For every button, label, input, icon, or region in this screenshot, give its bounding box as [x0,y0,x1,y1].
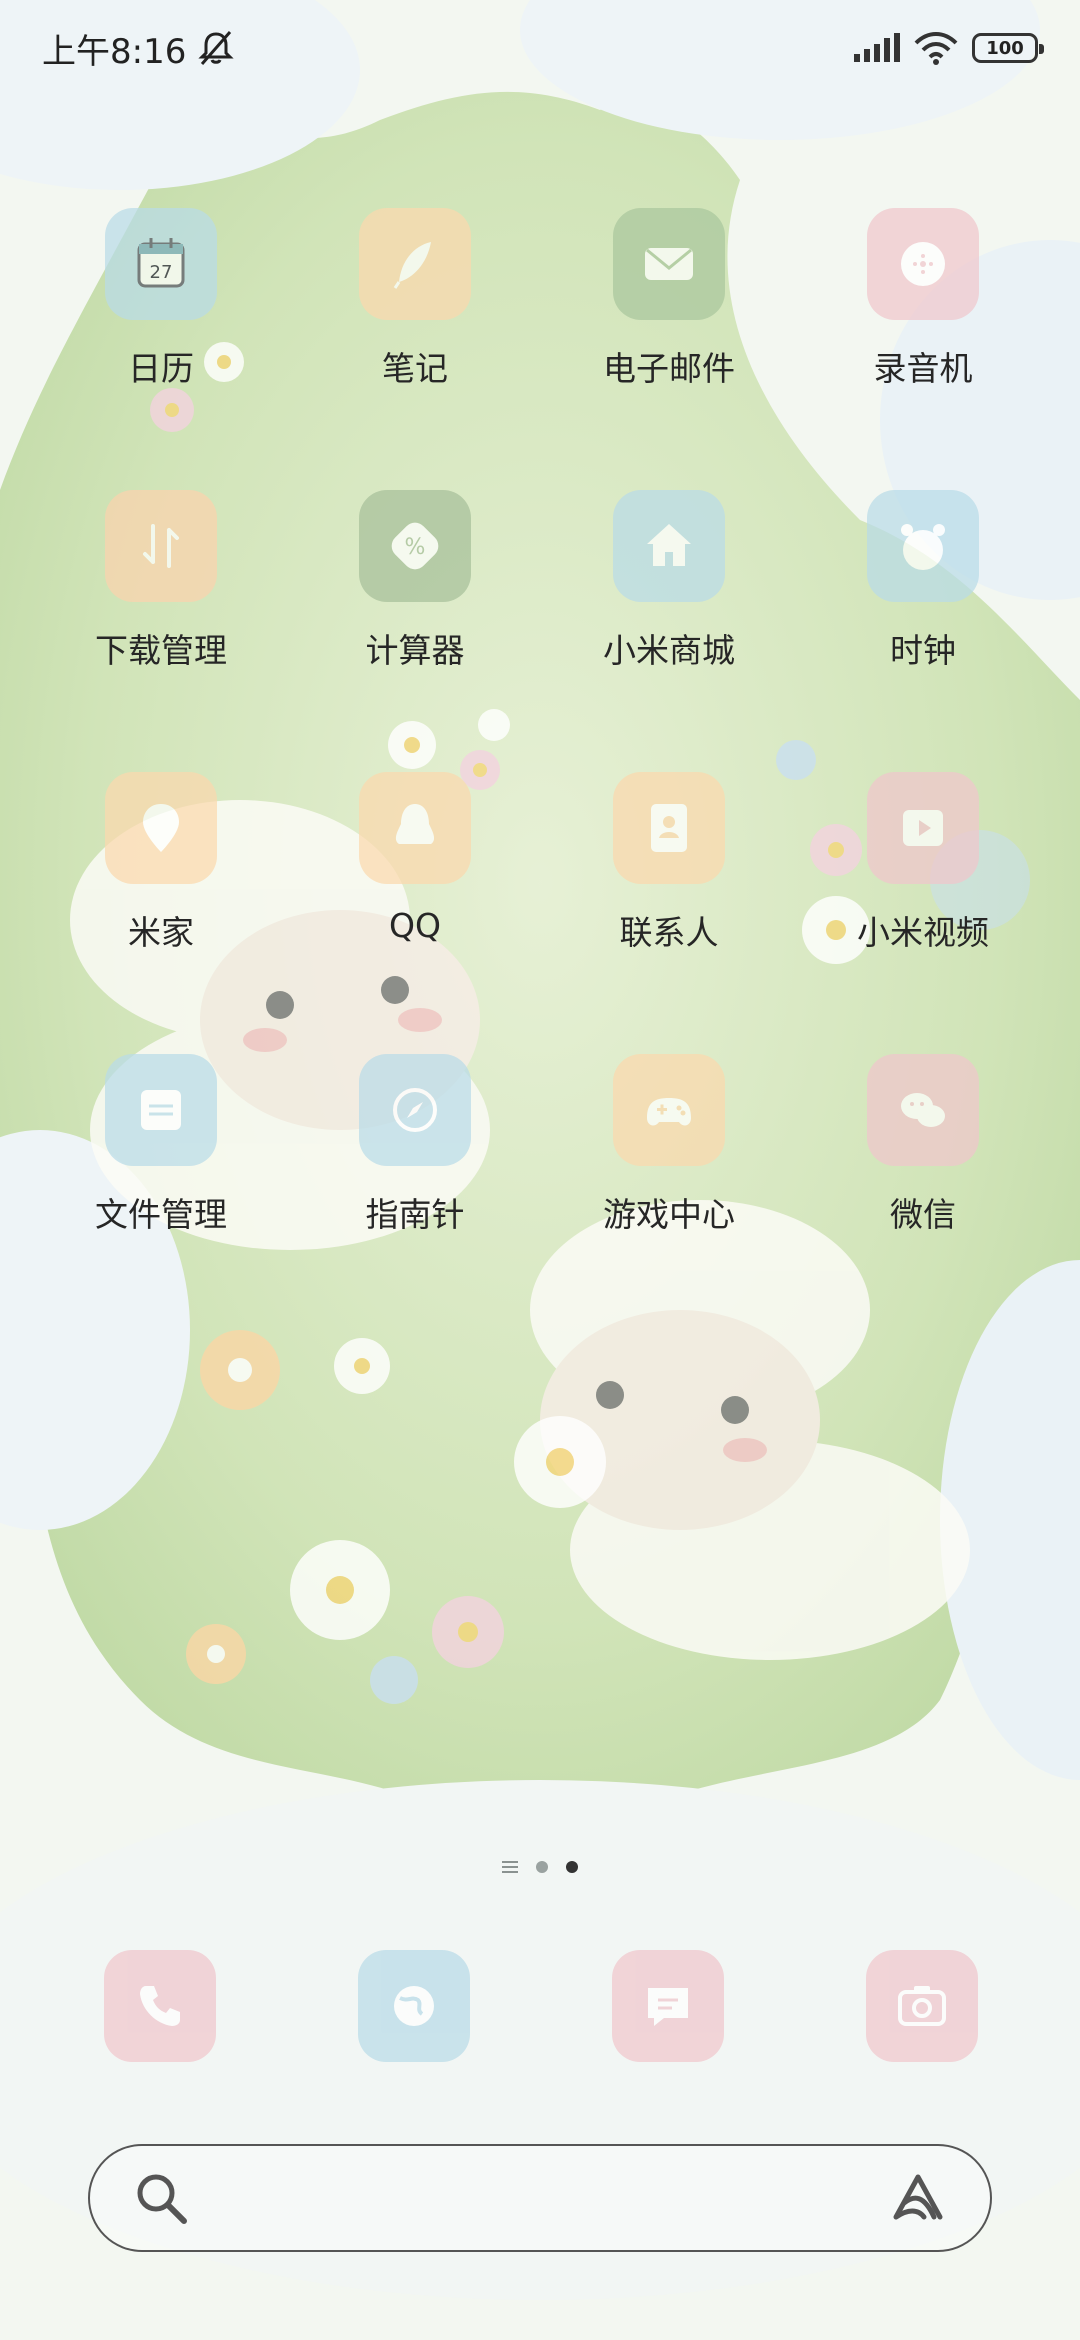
app-contact-card[interactable]: 联系人 [542,772,796,1002]
calendar-badge-date: 27 [150,262,173,283]
battery-level: 100 [986,37,1024,59]
app-mail[interactable]: 电子邮件 [542,208,796,438]
page-dot-2-current[interactable] [566,1861,578,1873]
play-icon[interactable] [867,772,979,884]
app-alarm-clock[interactable]: 时钟 [796,490,1050,720]
dock-camera-camera-icon[interactable] [866,1950,978,2062]
app-label: 电子邮件 [603,349,735,388]
app-wechat[interactable]: 微信 [796,1054,1050,1284]
location-pin-icon[interactable] [105,772,217,884]
compass-icon[interactable] [359,1054,471,1166]
status-right: 100 [852,31,1044,65]
page-list-icon[interactable] [502,1861,518,1873]
app-play[interactable]: 小米视频 [796,772,1050,1002]
app-label: 笔记 [382,349,448,388]
app-label: 小米视频 [857,913,989,952]
app-feather[interactable]: 笔记 [288,208,542,438]
app-gamepad[interactable]: 游戏中心 [542,1054,796,1284]
app-label: 小米商城 [603,631,735,670]
home-icon[interactable] [613,490,725,602]
contact-card-icon[interactable] [613,772,725,884]
home-screen: 上午8:16 100 27 日历 笔记 电子邮件 录音机 下载管理 % 计算器 … [0,0,1080,2340]
app-compass[interactable]: 指南针 [288,1054,542,1284]
app-location-pin[interactable]: 米家 [34,772,288,1002]
calculator-icon[interactable]: % [359,490,471,602]
app-label: 微信 [890,1195,956,1234]
folder-icon[interactable] [105,1054,217,1166]
status-bar: 上午8:16 100 [0,0,1080,96]
dock-messages-message-icon[interactable] [612,1950,724,2062]
app-recorder[interactable]: 录音机 [796,208,1050,438]
dock-browser-globe-icon[interactable] [358,1950,470,2062]
app-label: 文件管理 [95,1195,227,1234]
app-label: 游戏中心 [603,1195,735,1234]
app-label: 指南针 [365,1195,465,1234]
calendar-icon[interactable]: 27 [105,208,217,320]
svg-text:%: % [405,535,426,560]
app-label: 联系人 [619,913,719,952]
app-label: 录音机 [873,349,973,388]
app-label: 米家 [128,913,194,952]
notifications-muted-icon [198,31,234,65]
download-icon[interactable] [105,490,217,602]
dock-phone-phone-icon[interactable] [104,1950,216,2062]
app-label: 下载管理 [95,631,227,670]
search-icon [137,2174,187,2224]
page-dot-1[interactable] [536,1861,548,1873]
app-label: 日历 [128,349,194,388]
app-calculator[interactable]: % 计算器 [288,490,542,720]
app-calendar[interactable]: 27 日历 [34,208,288,438]
status-left: 上午8:16 [42,24,236,73]
gamepad-icon[interactable] [613,1054,725,1166]
feather-icon[interactable] [359,208,471,320]
recorder-icon[interactable] [867,208,979,320]
app-label: QQ [389,906,441,945]
wifi-icon [914,32,958,65]
clock-time: 上午8:16 [42,31,187,72]
app-home[interactable]: 小米商城 [542,490,796,720]
app-folder[interactable]: 文件管理 [34,1054,288,1284]
assistant-icon[interactable] [890,2173,946,2223]
cellular-signal-icon [854,33,900,62]
search-bar[interactable] [88,2144,992,2252]
page-indicator[interactable] [0,1852,1080,1882]
app-penguin[interactable]: QQ [288,772,542,1002]
penguin-icon[interactable] [359,772,471,884]
alarm-clock-icon[interactable] [867,490,979,602]
battery-indicator: 100 [972,33,1044,63]
app-label: 计算器 [365,631,465,670]
mail-icon[interactable] [613,208,725,320]
app-download[interactable]: 下载管理 [34,490,288,720]
app-label: 时钟 [890,631,956,670]
wechat-icon[interactable] [867,1054,979,1166]
